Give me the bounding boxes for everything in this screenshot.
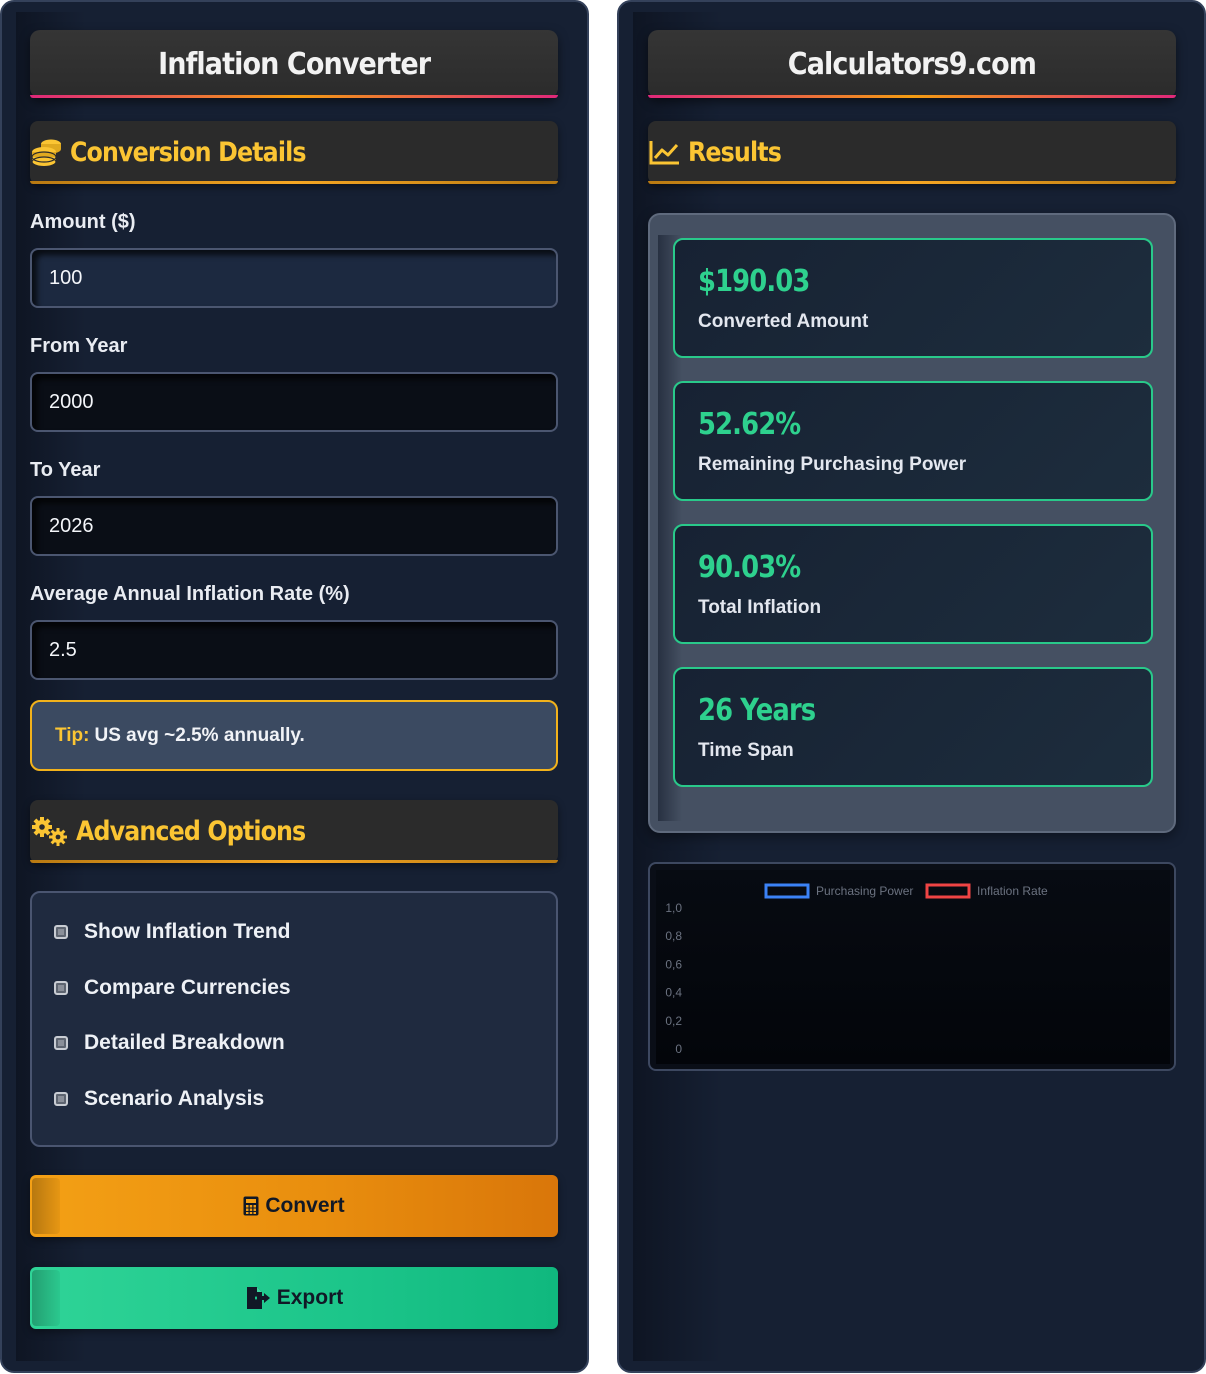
line-chart-icon xyxy=(648,136,682,170)
export-button[interactable]: Export xyxy=(30,1267,558,1329)
tip-key: Tip: xyxy=(55,724,90,746)
inflation-rate-label: Average Annual Inflation Rate (%) xyxy=(30,583,350,605)
convert-button[interactable]: Convert xyxy=(30,1175,558,1237)
checkbox[interactable] xyxy=(54,981,68,995)
converter-title-bar: Inflation Converter xyxy=(30,30,558,98)
option-scenario-analysis[interactable]: Scenario Analysis xyxy=(54,1087,264,1111)
converter-panel xyxy=(0,0,589,1373)
export-label: Export xyxy=(276,1286,344,1309)
result-card-total-inflation: 90.03% Total Inflation xyxy=(673,524,1153,644)
from-year-label: From Year xyxy=(30,335,128,357)
results-header: Results xyxy=(648,121,1176,184)
option-label: Compare Currencies xyxy=(84,976,291,999)
results-title: Results xyxy=(688,137,782,168)
advanced-options-title: Advanced Options xyxy=(76,816,306,847)
option-label: Scenario Analysis xyxy=(84,1087,265,1110)
option-show-inflation-trend[interactable]: Show Inflation Trend xyxy=(54,920,291,944)
page-title: Inflation Converter xyxy=(157,46,431,82)
result-value: 90.03% xyxy=(698,550,801,585)
y-tick-label: 0,4 xyxy=(665,986,682,1000)
advanced-options-header: Advanced Options xyxy=(30,800,558,863)
tip-box: Tip: US avg ~2.5% annually. xyxy=(30,700,558,771)
legend-label[interactable]: Purchasing Power xyxy=(816,884,913,898)
checkbox[interactable] xyxy=(54,925,68,939)
legend-label[interactable]: Inflation Rate xyxy=(977,884,1048,898)
result-label: Converted Amount xyxy=(698,311,869,332)
results-box: $190.03 Converted Amount 52.62% Remainin… xyxy=(648,213,1176,833)
chart-canvas: Purchasing Power Inflation Rate 1,0 0,8 0,6… xyxy=(656,870,1170,1064)
amount-input[interactable]: 100 xyxy=(30,248,558,308)
result-value: $190.03 xyxy=(698,264,810,299)
site-title-bar: Calculators9.com xyxy=(648,30,1176,98)
result-label: Remaining Purchasing Power xyxy=(698,454,967,475)
result-value: 26 Years xyxy=(698,693,816,728)
result-label: Total Inflation xyxy=(698,597,822,618)
option-label: Show Inflation Trend xyxy=(84,920,291,943)
advanced-options-list: Show Inflation Trend Compare Currencies … xyxy=(30,891,558,1147)
y-tick-label: 0 xyxy=(675,1042,682,1056)
result-card-converted-amount: $190.03 Converted Amount xyxy=(673,238,1153,358)
amount-label: Amount ($) xyxy=(30,211,136,233)
result-card-purchasing-power: 52.62% Remaining Purchasing Power xyxy=(673,381,1153,501)
y-tick-label: 0,8 xyxy=(665,929,682,943)
from-year-input[interactable]: 2000 xyxy=(30,372,558,432)
conversion-details-header: Conversion Details xyxy=(30,121,558,184)
result-card-time-span: 26 Years Time Span xyxy=(673,667,1153,787)
convert-label: Convert xyxy=(265,1194,345,1217)
to-year-input[interactable]: 2026 xyxy=(30,496,558,556)
result-value: 52.62% xyxy=(698,407,801,442)
y-tick-label: 1,0 xyxy=(665,901,682,915)
inflation-rate-input[interactable]: 2.5 xyxy=(30,620,558,680)
coins-icon xyxy=(30,136,64,170)
y-tick-label: 0,6 xyxy=(665,957,682,971)
option-detailed-breakdown[interactable]: Detailed Breakdown xyxy=(54,1031,285,1055)
gears-icon xyxy=(30,815,70,849)
result-label: Time Span xyxy=(698,740,794,761)
conversion-details-title: Conversion Details xyxy=(70,137,306,168)
file-export-icon xyxy=(245,1287,271,1309)
site-title: Calculators9.com xyxy=(787,46,1037,82)
checkbox[interactable] xyxy=(54,1036,68,1050)
y-tick-label: 0,2 xyxy=(665,1014,682,1028)
checkbox[interactable] xyxy=(54,1092,68,1106)
tip-text: US avg ~2.5% annually. xyxy=(94,724,305,746)
calculator-icon xyxy=(243,1196,259,1216)
to-year-label: To Year xyxy=(30,459,101,481)
option-compare-currencies[interactable]: Compare Currencies xyxy=(54,976,291,1000)
inflation-chart: Purchasing Power Inflation Rate 1,0 0,8 0,6… xyxy=(648,862,1176,1071)
option-label: Detailed Breakdown xyxy=(84,1031,285,1054)
